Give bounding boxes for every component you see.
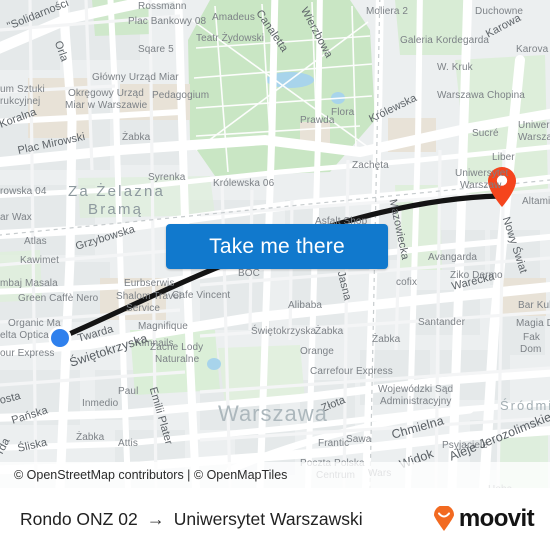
map-label: Żabka [76,432,105,443]
map-label: Warszaw [460,180,502,191]
map-label: Żabka [122,132,151,143]
map-label: Naturalne [155,354,200,365]
map-label: um Sztuki [0,84,45,95]
origin-marker [51,329,69,347]
map-label: Attis [118,438,138,449]
moovit-logo[interactable]: moovit [431,505,535,533]
route-origin: Rondo ONZ 02 [20,508,138,529]
map-label: Zacne Lody [150,342,204,353]
map-label: Żabka [315,326,344,337]
map-label: Główny Urząd Miar [92,72,179,83]
map-label: Administracyjny [380,396,452,407]
map-label: Santander [418,317,466,328]
map-label: Wojewódzki Sąd [378,384,454,395]
map-label: Inmedio [82,398,119,409]
map-label: Liber [492,152,515,163]
area-label-2: Bramą [88,201,144,218]
map-label: Alibaba [288,300,323,311]
map-label: Rossmann [138,1,187,12]
map-label: Cafe Vincent [172,290,231,301]
route-footer: Rondo ONZ 02 → Uniwersytet Warszawski mo… [0,488,550,550]
map-label: Syrenka [148,172,186,183]
map-label: Dom [520,344,542,355]
map-label: Carrefour Express [310,366,393,377]
map-label: Warszawa Chopina [437,90,525,101]
map-label: Altami [522,196,550,207]
map-label: ar Wax [0,212,32,223]
take-me-there-label: Take me there [209,234,345,258]
map-label: Prawda [300,115,335,126]
map-label: Okręgowy Urząd [68,88,144,99]
map-label: Avangarda [428,252,478,263]
route-destination: Uniwersytet Warszawski [173,508,363,529]
map-label: Sucré [472,128,499,139]
map-label: Warsza [518,132,550,143]
map-label: Sqare 5 [138,44,174,55]
map-label: Atlas [24,236,47,247]
map-label: Orange [300,346,334,357]
route-arrow-icon: → [146,508,165,529]
map-label: Żabka [372,334,401,345]
map-label: Eurbserwis [124,278,175,289]
map-label: Galeria Kordegarda [400,35,490,46]
map-label: Uniwers [518,120,550,131]
map-label: Zachęta [352,160,389,171]
map-label: Plac Bankowy 08 [128,16,207,27]
map-label: Magnifique [138,321,188,332]
map-label: Pedagogium [152,90,210,101]
map-label: Magia D'I [516,318,550,329]
area-label-1: Za Żelazna [68,183,166,200]
map-label: Organic Ma [8,318,61,329]
moovit-pin-icon [433,506,454,531]
map-label: Sawa [346,434,372,445]
route-summary: Rondo ONZ 02 → Uniwersytet Warszawski [0,509,363,530]
map-label: Miar w Warszawie [65,100,148,111]
map-label: mbaj Masala [0,278,58,289]
map-label: Flora [331,107,355,118]
map-label: W. Kruk [437,62,473,73]
map-label: Śródmieście [500,398,550,413]
map-label: Teatr Żydowski [196,33,265,44]
map-label: Świętokrzyska [251,326,317,337]
map-label: BOC [238,268,260,279]
map-label: Frantic [318,438,350,449]
map-label: rowska 04 [0,186,47,197]
moovit-wordmark: moovit [458,505,535,532]
map-label: our Express [0,348,55,359]
map-label: Moliera 2 [366,6,409,17]
map-label: Królewska 06 [213,178,275,189]
map-label: cofix [396,277,418,288]
take-me-there-button[interactable]: Take me there [166,224,388,269]
city-label: Warszawa [218,401,328,426]
map-label: Fak [523,332,540,343]
map-label: Green Caffè Nero [18,293,99,304]
map-label: Bar Kub [518,300,550,311]
map-canvas[interactable]: "Solidarności Orla Plac Bankowy 08 Rossmann… [0,0,550,488]
map-label: Service [126,303,161,314]
map-label: Paul [118,386,139,397]
map-label: elta Optica [0,330,49,341]
map-label: Amadeus [212,12,255,23]
moovit-map-screen: "Solidarności Orla Plac Bankowy 08 Rossmann… [0,0,550,550]
map-label: Karova [516,44,549,55]
map-label: Uniwersytet [455,168,509,179]
map-attribution: © OpenStreetMap contributors | © OpenMap… [0,462,550,488]
attribution-text: © OpenStreetMap contributors | © OpenMap… [14,468,288,482]
map-label: Kawimet [20,255,60,266]
